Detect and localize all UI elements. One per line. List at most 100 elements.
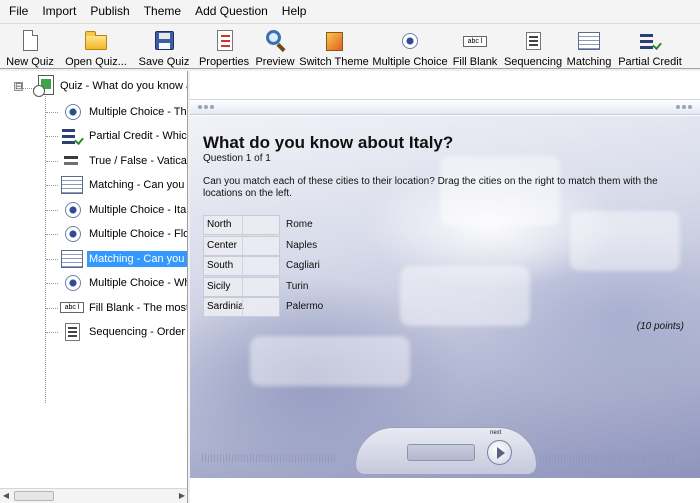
matching-button[interactable]: Matching <box>566 26 612 68</box>
sequencing-icon <box>60 322 84 342</box>
tree-item-label: Partial Credit - Which c <box>89 130 187 142</box>
location-cell[interactable]: North <box>203 215 280 235</box>
menu-bar: File Import Publish Theme Add Question H… <box>0 0 700 22</box>
tree-item-label: Multiple Choice - Floren <box>89 228 188 240</box>
fill-blank-icon: abc l <box>463 29 487 51</box>
new-quiz-label: New Quiz <box>6 56 54 68</box>
navigation-bar: next <box>190 427 700 478</box>
open-quiz-button[interactable]: Open Quiz... <box>64 26 128 68</box>
preview-button[interactable]: Preview <box>255 26 295 68</box>
city-item[interactable]: Naples <box>286 236 317 256</box>
city-item[interactable]: Turin <box>286 277 308 297</box>
new-document-icon <box>18 29 42 51</box>
city-item[interactable]: Palermo <box>286 297 323 317</box>
sequencing-label: Sequencing <box>503 56 563 68</box>
tree-item-selected[interactable]: Matching - Can you ma <box>0 247 187 271</box>
location-cell[interactable]: Sicily <box>203 276 280 297</box>
collapse-toggle[interactable]: ⊟ <box>14 82 23 91</box>
horizontal-scrollbar[interactable]: ◀ ▶ <box>0 488 187 503</box>
properties-button[interactable]: Properties <box>199 26 249 68</box>
location-cell[interactable]: Sardinia <box>203 297 280 318</box>
navigation-slot <box>407 444 475 461</box>
quiz-preview-panel: What do you know about Italy? Question 1… <box>190 71 700 503</box>
tree-item[interactable]: Multiple Choice - Italy is <box>0 198 187 222</box>
decorative-stripe <box>540 454 675 462</box>
preview-header-bar <box>190 99 700 115</box>
radio-button-icon <box>60 102 84 122</box>
radio-button-icon <box>60 200 84 220</box>
next-button[interactable] <box>487 440 512 465</box>
preview-label: Preview <box>255 56 295 68</box>
tree-item-label: Multiple Choice - Italy is <box>89 204 187 216</box>
multiple-choice-label: Multiple Choice <box>372 56 448 68</box>
tree-item-label: Fill Blank - The most ac <box>89 302 188 314</box>
theme-wand-icon <box>322 29 346 51</box>
city-item[interactable]: Rome <box>286 215 313 235</box>
tree-item-label: Multiple Choice - The 1 <box>89 106 187 118</box>
fill-blank-icon: abc l <box>60 298 84 318</box>
matching-icon <box>60 175 84 195</box>
scroll-right-icon[interactable]: ▶ <box>177 491 187 501</box>
tree-item-label: Multiple Choice - What <box>89 277 187 289</box>
menu-help[interactable]: Help <box>275 0 314 22</box>
quiz-icon <box>33 75 55 97</box>
sequencing-icon <box>521 29 545 51</box>
tree-item[interactable]: abc l Fill Blank - The most ac <box>0 296 188 320</box>
question-tree[interactable]: ⊟ Quiz - What do you know abo Multiple C… <box>0 71 188 503</box>
properties-icon <box>212 29 236 51</box>
true-false-icon <box>60 151 84 171</box>
save-quiz-button[interactable]: Save Quiz <box>138 26 190 68</box>
location-cell[interactable]: South <box>203 256 280 277</box>
decorative-stripe <box>202 454 337 462</box>
matching-icon <box>60 249 84 269</box>
tree-item[interactable]: Partial Credit - Which c <box>0 124 187 148</box>
tree-item[interactable]: Multiple Choice - Floren <box>0 222 188 246</box>
next-label: next <box>490 430 502 436</box>
tree-item[interactable]: Matching - Can you ma <box>0 173 187 197</box>
radio-button-icon <box>398 29 422 51</box>
tree-item[interactable]: Multiple Choice - The 1 <box>0 100 187 124</box>
partial-credit-icon <box>60 126 84 146</box>
menu-import[interactable]: Import <box>35 0 83 22</box>
header-dots-icon <box>676 105 692 109</box>
multiple-choice-button[interactable]: Multiple Choice <box>372 26 448 68</box>
question-number: Question 1 of 1 <box>203 153 271 164</box>
partial-credit-icon <box>638 29 662 51</box>
tree-item-label: Sequencing - Order the <box>89 326 187 338</box>
partial-credit-button[interactable]: Partial Credit <box>618 26 682 68</box>
menu-file[interactable]: File <box>2 0 35 22</box>
tree-item[interactable]: True / False - Vatican <box>0 149 188 173</box>
new-quiz-button[interactable]: New Quiz <box>6 26 54 68</box>
floppy-disk-icon <box>152 29 176 51</box>
tree-item-label: Matching - Can you ma <box>87 251 187 267</box>
tree-item[interactable]: Sequencing - Order the <box>0 320 187 344</box>
tree-root-quiz[interactable]: Quiz - What do you know abo <box>60 80 187 92</box>
location-cell[interactable]: Center <box>203 235 280 256</box>
open-quiz-label: Open Quiz... <box>65 56 127 68</box>
header-dots-icon <box>198 105 214 109</box>
city-item[interactable]: Cagliari <box>286 256 320 276</box>
tree-item-label: True / False - Vatican <box>89 155 188 167</box>
question-slide: What do you know about Italy? Question 1… <box>190 116 700 478</box>
points-value: (10 points) <box>636 321 684 332</box>
scroll-thumb[interactable] <box>14 491 54 501</box>
menu-theme[interactable]: Theme <box>137 0 188 22</box>
magnifier-icon <box>263 29 287 53</box>
switch-theme-label: Switch Theme <box>299 56 369 68</box>
menu-publish[interactable]: Publish <box>83 0 136 22</box>
tree-item[interactable]: Multiple Choice - What <box>0 271 187 295</box>
properties-label: Properties <box>198 56 250 68</box>
question-prompt: Can you match each of these cities to th… <box>203 176 658 199</box>
matching-icon <box>577 29 601 51</box>
toolbar: New Quiz Open Quiz... Save Quiz Properti… <box>0 23 700 69</box>
menu-add-question[interactable]: Add Question <box>188 0 275 22</box>
fill-blank-label: Fill Blank <box>452 56 498 68</box>
sequencing-button[interactable]: Sequencing <box>503 26 563 68</box>
save-quiz-label: Save Quiz <box>138 56 190 68</box>
switch-theme-button[interactable]: Switch Theme <box>299 26 369 68</box>
scroll-left-icon[interactable]: ◀ <box>1 491 11 501</box>
partial-credit-label: Partial Credit <box>618 56 682 68</box>
fill-blank-button[interactable]: abc l Fill Blank <box>452 26 498 68</box>
radio-button-icon <box>60 224 84 244</box>
open-folder-icon <box>84 29 108 51</box>
